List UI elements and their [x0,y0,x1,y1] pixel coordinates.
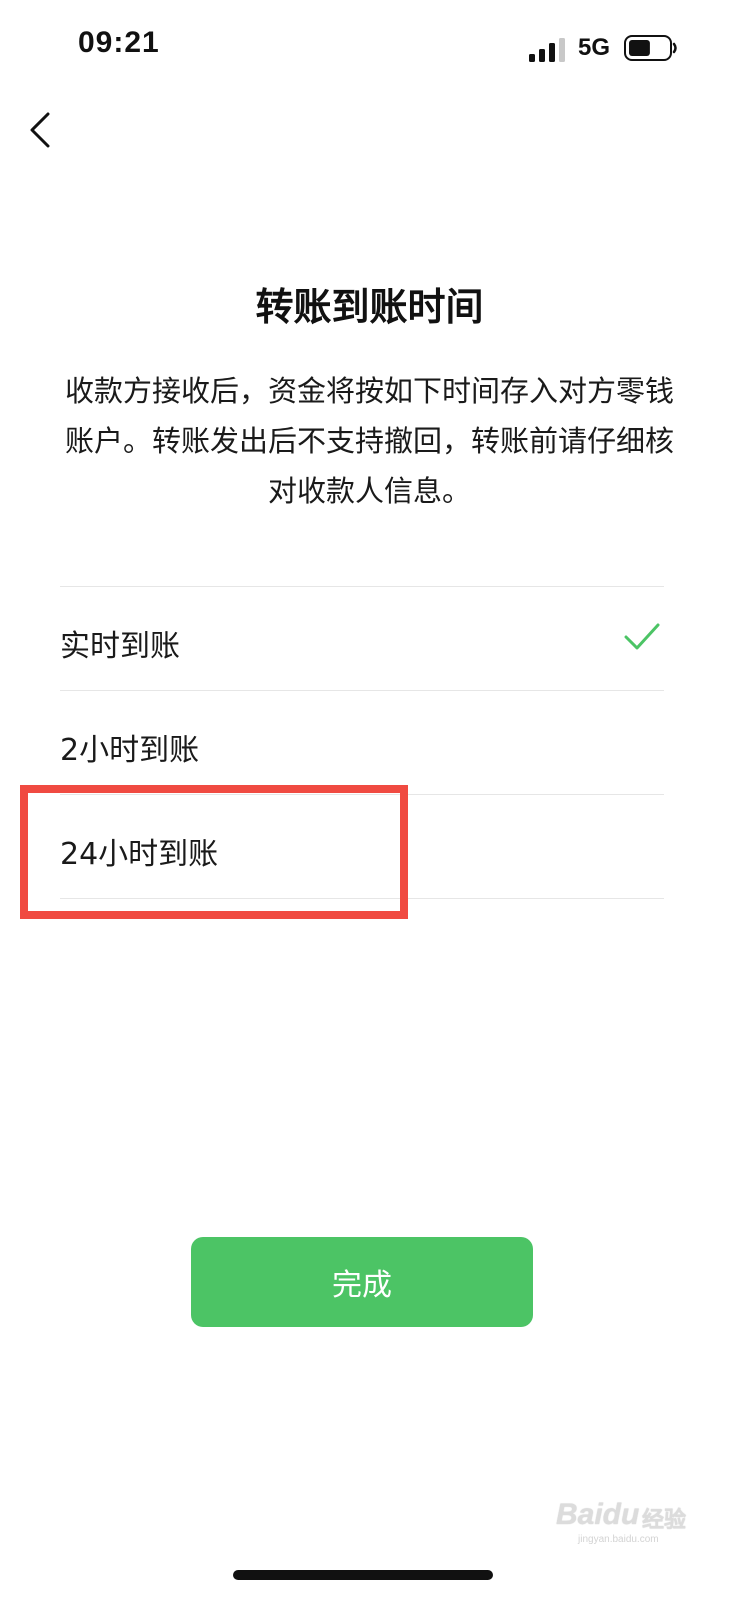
page-title: 转账到账时间 [255,285,484,329]
watermark-logo: Baidu [556,1498,640,1531]
option-realtime[interactable]: 实时到账 [60,587,664,691]
option-24-hours[interactable]: 24小时到账 [60,795,664,899]
option-label: 2小时到账 [60,733,200,768]
home-indicator[interactable] [233,1570,493,1580]
page-description: 收款方接收后，资金将按如下时间存入对方零钱账户。转账发出后不支持撤回，转账前请仔… [64,374,674,508]
done-button[interactable]: 完成 [191,1237,533,1327]
baidu-jingyan-watermark: Baidu 经验 jingyan.baidu.com [556,1496,696,1546]
status-bar: 09:21 5G [0,0,739,96]
status-time: 09:21 [78,26,160,59]
watermark-text: 经验 [642,1508,687,1533]
arrival-time-options: 实时到账 2小时到账 24小时到账 [60,586,664,899]
watermark-url: jingyan.baidu.com [578,1534,659,1545]
option-2-hours[interactable]: 2小时到账 [60,691,664,795]
option-label: 实时到账 [60,629,180,664]
chevron-left-icon [30,112,50,148]
battery-icon [624,35,677,61]
network-type-label: 5G [578,34,611,61]
cellular-signal-icon [529,38,565,62]
option-label: 24小时到账 [60,837,219,872]
back-button[interactable] [20,104,64,156]
checkmark-icon [624,623,660,650]
